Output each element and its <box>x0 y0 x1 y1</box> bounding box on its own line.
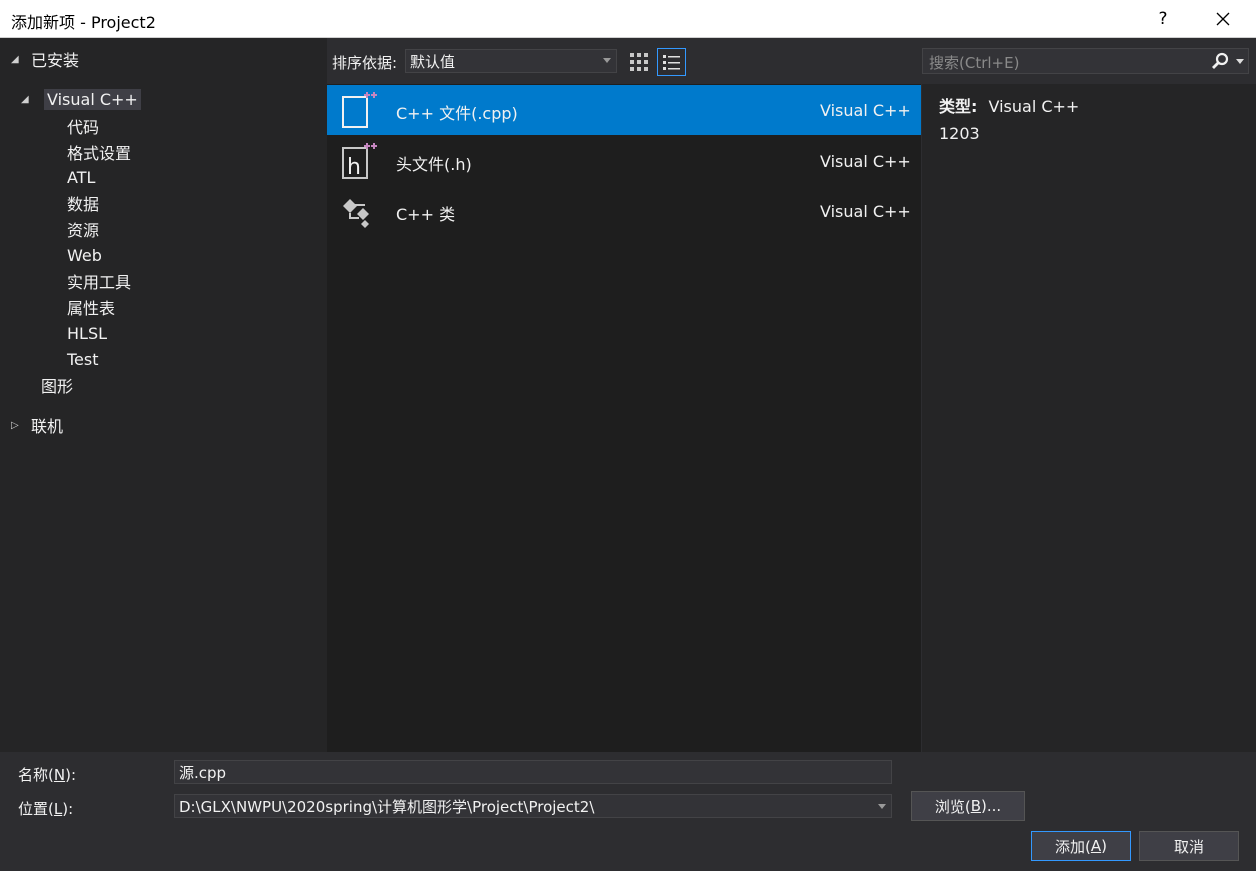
item-description: 1203 <box>939 124 980 143</box>
tree-item-code[interactable]: 代码 <box>67 114 99 138</box>
tree-item-visual-cpp[interactable]: ◢ Visual C++ <box>21 87 141 111</box>
tree-item-label: 代码 <box>67 118 100 137</box>
bottom-form: 名称(N): 源.cpp 位置(L): D:\GLX\NWPU\2020spri… <box>0 752 1256 871</box>
type-label: 类型: <box>939 97 978 116</box>
tree-item-label: Visual C++ <box>44 88 141 110</box>
chevron-down-icon[interactable] <box>878 804 886 809</box>
location-combobox[interactable]: D:\GLX\NWPU\2020spring\计算机图形学\Project\Pr… <box>174 794 892 818</box>
template-list: C++ 文件(.cpp) Visual C++ h 头文件(.h) Visual… <box>327 84 921 752</box>
list-item-cpp-class[interactable]: C++ 类 Visual C++ <box>327 186 921 236</box>
tree-item-utilities[interactable]: 实用工具 <box>67 269 131 293</box>
details-pane: 类型: Visual C++ 1203 <box>922 84 1256 752</box>
tree-item-graphics[interactable]: 图形 <box>41 373 73 397</box>
grid-view-icon[interactable] <box>627 50 651 74</box>
tree-item-atl[interactable]: ATL <box>67 165 95 189</box>
location-value: D:\GLX\NWPU\2020spring\计算机图形学\Project\Pr… <box>179 797 595 816</box>
search-placeholder: 搜索(Ctrl+E) <box>929 54 1020 72</box>
tree-item-installed[interactable]: ◢ 已安装 <box>11 47 79 71</box>
tree-item-formatting[interactable]: 格式设置 <box>67 140 131 164</box>
tree-item-label: Web <box>67 245 102 265</box>
close-icon <box>1216 12 1230 26</box>
list-item-cpp-file[interactable]: C++ 文件(.cpp) Visual C++ <box>327 85 921 135</box>
type-value: Visual C++ <box>988 97 1080 116</box>
tree-item-label: 联机 <box>31 417 64 436</box>
header-file-icon: h <box>342 143 377 180</box>
name-field-value: 源.cpp <box>179 763 227 782</box>
sort-dropdown[interactable]: 默认值 <box>405 49 617 73</box>
tree-item-test[interactable]: Test <box>67 347 99 371</box>
name-field[interactable]: 源.cpp <box>174 760 892 784</box>
item-name: C++ 类 <box>396 205 456 224</box>
tree-item-label: Test <box>67 349 99 369</box>
tree-item-label: 数据 <box>67 195 100 214</box>
tree-item-resources[interactable]: 资源 <box>67 217 99 241</box>
tree-item-property-sheets[interactable]: 属性表 <box>67 295 115 319</box>
cancel-button[interactable]: 取消 <box>1139 831 1239 861</box>
list-view-icon <box>663 55 680 70</box>
browse-button[interactable]: 浏览(B)... <box>911 791 1025 821</box>
tree-item-label: 格式设置 <box>67 144 132 163</box>
tree-item-web[interactable]: Web <box>67 243 102 267</box>
list-toolbar: 排序依据: 默认值 <box>327 38 921 84</box>
search-box[interactable]: 搜索(Ctrl+E) <box>922 48 1249 74</box>
template-tree: ◢ 已安装 ◢ Visual C++ 代码 格式设置 ATL 数据 资源 Web… <box>0 38 327 752</box>
collapsed-arrow-icon: ▷ <box>11 419 19 431</box>
tree-item-label: ATL <box>67 167 96 187</box>
item-name: C++ 文件(.cpp) <box>396 104 518 123</box>
cpp-class-icon <box>343 199 369 228</box>
tree-item-hlsl[interactable]: HLSL <box>67 321 107 345</box>
list-item-header-file[interactable]: h 头文件(.h) Visual C++ <box>327 136 921 186</box>
svg-text:h: h <box>347 155 361 180</box>
item-name: 头文件(.h) <box>396 155 472 174</box>
tree-item-label: HLSL <box>67 323 108 343</box>
item-language: Visual C++ <box>820 202 911 221</box>
sort-dropdown-value: 默认值 <box>410 52 456 71</box>
item-language: Visual C++ <box>820 101 911 120</box>
tree-item-label: 图形 <box>41 377 74 396</box>
location-label: 位置(L): <box>18 800 74 818</box>
search-options-chevron-icon[interactable] <box>1236 59 1244 64</box>
search-icon[interactable] <box>1211 52 1229 70</box>
help-button[interactable]: ? <box>1138 0 1188 38</box>
close-button[interactable] <box>1198 0 1248 38</box>
type-row: 类型: Visual C++ <box>939 93 1079 117</box>
list-view-button[interactable] <box>657 48 686 76</box>
chevron-down-icon <box>603 58 611 63</box>
add-button[interactable]: 添加(A) <box>1031 831 1131 861</box>
tree-item-label: 资源 <box>67 221 100 240</box>
tree-item-online[interactable]: ▷ 联机 <box>11 413 63 437</box>
tree-item-label: 属性表 <box>67 299 116 318</box>
name-label: 名称(N): <box>18 766 76 784</box>
expanded-arrow-icon: ◢ <box>21 93 29 105</box>
cpp-file-icon <box>342 92 377 128</box>
tree-item-label: 已安装 <box>31 51 80 70</box>
expanded-arrow-icon: ◢ <box>11 53 19 65</box>
sort-label: 排序依据: <box>332 54 398 72</box>
tree-item-label: 实用工具 <box>67 273 132 292</box>
item-language: Visual C++ <box>820 152 911 171</box>
window-title: 添加新项 - Project2 <box>11 13 156 32</box>
tree-item-data[interactable]: 数据 <box>67 191 99 215</box>
title-bar: 添加新项 - Project2 ? <box>0 0 1256 38</box>
